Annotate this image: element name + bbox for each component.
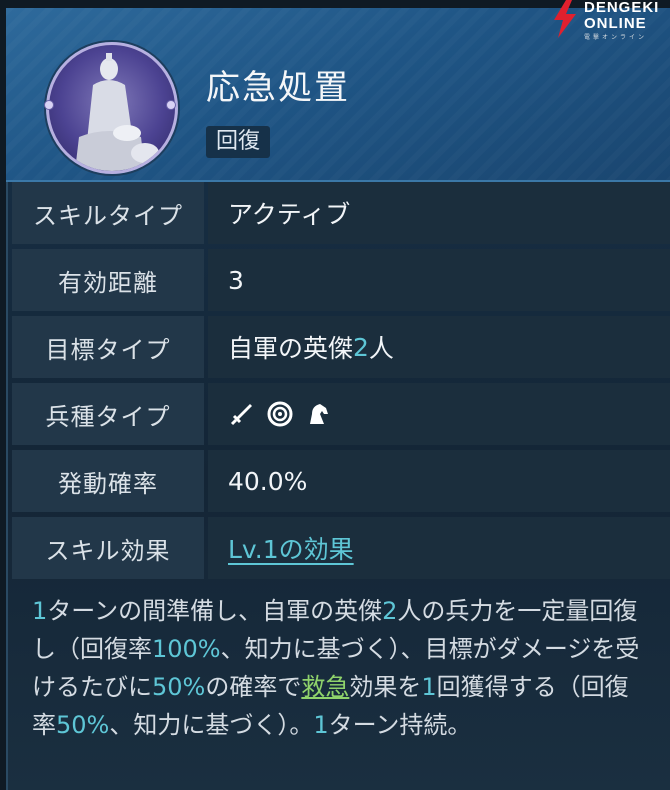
skill-description: 1ターンの間準備し、自軍の英傑2人の兵力を一定量回復し（回復率100%、知力に基…	[32, 597, 640, 739]
logo-text-bottom: ONLINE	[584, 15, 647, 32]
sword-icon	[230, 404, 252, 426]
row-value: Lv.1の効果	[208, 517, 670, 579]
target-count: 2	[353, 332, 369, 362]
skill-category-badge: 回復	[206, 126, 271, 158]
row-value	[208, 383, 670, 445]
bow-target-icon	[267, 401, 293, 427]
row-label: 兵種タイプ	[12, 383, 204, 445]
row-label: スキルタイプ	[12, 182, 204, 244]
dengeki-online-logo: DENGEKI ONLINE 電撃オンライン	[550, 0, 670, 41]
row-value: アクティブ	[208, 182, 670, 244]
skill-attributes: スキルタイプ アクティブ 有効距離 3 目標タイプ 自軍の英傑 2 人 兵種タイプ	[12, 182, 670, 584]
row-skill-type: スキルタイプ アクティブ	[12, 182, 670, 244]
row-value: 3	[208, 249, 670, 311]
row-unit-type: 兵種タイプ	[12, 383, 670, 445]
status-keyword-link[interactable]: 救急	[301, 673, 349, 701]
skill-avatar	[46, 42, 178, 174]
skill-level-effect-link[interactable]: Lv.1の効果	[228, 530, 354, 566]
skill-name: 応急処置	[206, 68, 350, 108]
row-value: 自軍の英傑 2 人	[208, 316, 670, 378]
row-skill-effect: スキル効果 Lv.1の効果	[12, 517, 670, 579]
avatar-ring-dot	[166, 100, 176, 110]
row-range: 有効距離 3	[12, 249, 670, 311]
target-prefix: 自軍の英傑	[228, 334, 354, 363]
cavalry-horse-icon	[310, 404, 328, 424]
logo-text-top: DENGEKI	[584, 0, 660, 16]
row-target-type: 目標タイプ 自軍の英傑 2 人	[12, 316, 670, 378]
row-label: 発動確率	[12, 450, 204, 512]
logo-subtext: 電撃オンライン	[584, 35, 648, 41]
target-suffix: 人	[368, 334, 394, 363]
lightning-bolt-icon	[554, 0, 576, 38]
avatar-ring-dot	[44, 100, 54, 110]
row-value: 40.0%	[208, 450, 670, 512]
figure-portrait-icon	[75, 53, 159, 171]
row-label: 有効距離	[12, 249, 204, 311]
row-label: 目標タイプ	[12, 316, 204, 378]
row-trigger-rate: 発動確率 40.0%	[12, 450, 670, 512]
row-label: スキル効果	[12, 517, 204, 579]
